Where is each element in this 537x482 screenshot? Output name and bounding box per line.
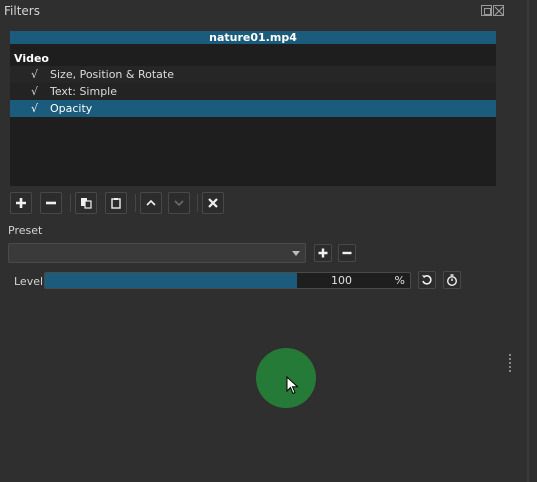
- move-filter-up-button[interactable]: [140, 192, 162, 214]
- level-unit: %: [394, 274, 405, 287]
- group-header-video: Video: [14, 52, 49, 65]
- reset-level-button[interactable]: [418, 271, 436, 289]
- filter-item-label: Size, Position & Rotate: [50, 68, 174, 81]
- level-label: Level: [14, 275, 44, 288]
- filter-enabled-checkbox[interactable]: √: [10, 102, 50, 115]
- minus-icon: [342, 251, 352, 255]
- filter-item-text-simple[interactable]: √ Text: Simple: [10, 83, 496, 100]
- copy-filters-button[interactable]: [75, 192, 97, 214]
- plus-icon: [318, 248, 328, 258]
- chevron-down-icon: [174, 200, 184, 207]
- mouse-pointer-icon: [286, 376, 299, 395]
- filter-item-label: Opacity: [50, 102, 93, 115]
- panel-title-bar: Filters: [0, 0, 537, 22]
- filter-enabled-checkbox[interactable]: √: [10, 68, 50, 81]
- deselect-filter-button[interactable]: [202, 192, 224, 214]
- preset-dropdown[interactable]: [8, 243, 306, 263]
- undo-icon: [422, 275, 432, 285]
- move-filter-down-button[interactable]: [168, 192, 190, 214]
- toolbar-separator: [197, 194, 198, 212]
- panel-title: Filters: [4, 4, 40, 18]
- level-slider[interactable]: 100 %: [44, 272, 411, 289]
- filter-list[interactable]: nature01.mp4 Video √ Size, Position & Ro…: [10, 31, 496, 186]
- chevron-up-icon: [146, 199, 156, 206]
- splitter-grip[interactable]: [509, 354, 511, 372]
- level-slider-fill: [45, 273, 297, 288]
- clip-name-header: nature01.mp4: [10, 31, 496, 44]
- chevron-down-icon: [292, 251, 300, 256]
- minus-icon: [46, 201, 56, 205]
- level-value: 100: [331, 274, 352, 287]
- remove-preset-button[interactable]: [338, 244, 356, 262]
- clipboard-icon: [111, 198, 121, 209]
- plus-icon: [16, 198, 26, 208]
- copy-icon: [81, 198, 92, 209]
- stopwatch-icon: [447, 274, 457, 286]
- close-panel-icon[interactable]: [493, 5, 504, 16]
- add-preset-button[interactable]: [314, 244, 332, 262]
- preset-label: Preset: [8, 224, 43, 237]
- filter-item-size-position-rotate[interactable]: √ Size, Position & Rotate: [10, 66, 496, 83]
- add-filter-button[interactable]: [10, 192, 32, 214]
- filter-item-label: Text: Simple: [50, 85, 118, 98]
- panel-edge: [527, 0, 529, 482]
- remove-filter-button[interactable]: [40, 192, 62, 214]
- close-icon: [208, 198, 218, 208]
- keyframes-button[interactable]: [443, 271, 461, 289]
- toolbar-separator: [135, 194, 136, 212]
- paste-filters-button[interactable]: [105, 192, 127, 214]
- filter-enabled-checkbox[interactable]: √: [10, 85, 50, 98]
- toolbar-separator: [70, 194, 71, 212]
- float-panel-icon[interactable]: [481, 5, 492, 16]
- filter-item-opacity[interactable]: √ Opacity: [10, 100, 496, 117]
